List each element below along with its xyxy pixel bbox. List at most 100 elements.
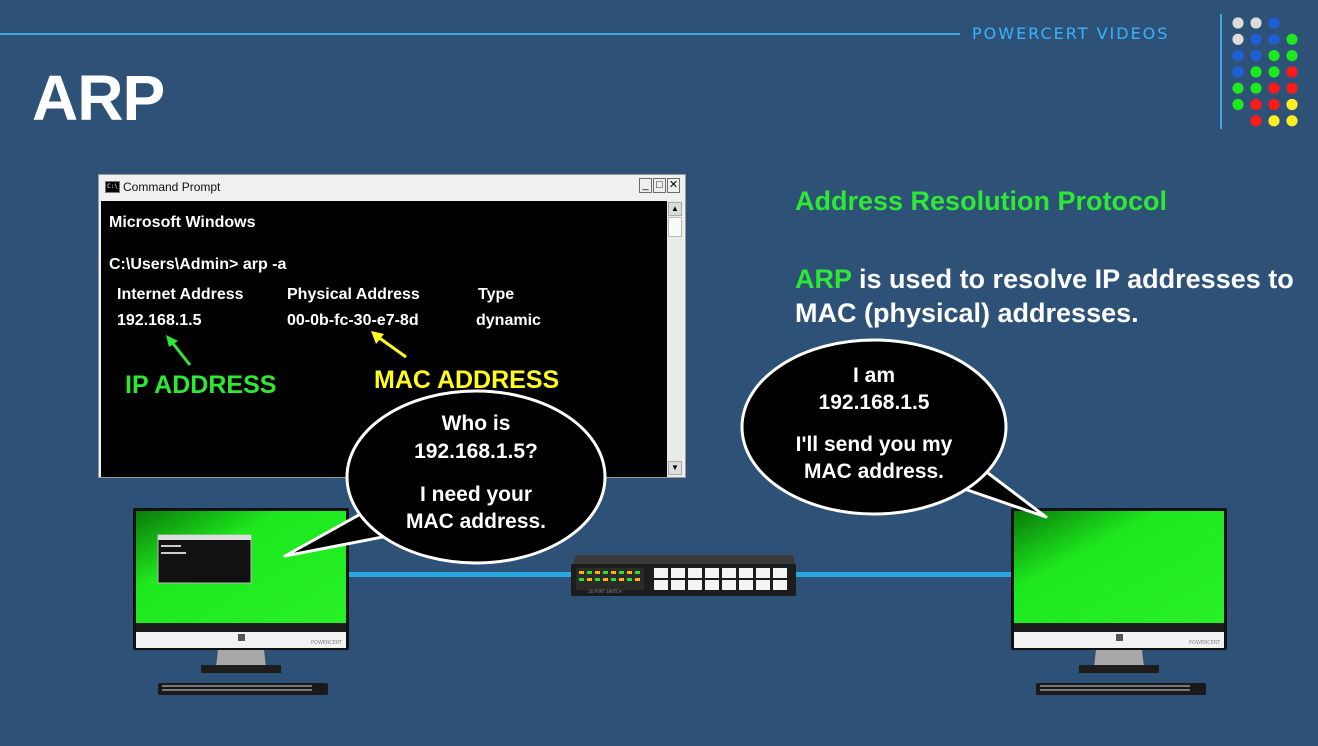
column-internet-address: Internet Address	[117, 286, 244, 303]
console-line-header: Microsoft Windows	[109, 214, 256, 231]
switch-led	[635, 578, 640, 581]
switch-led	[587, 571, 592, 574]
switch-port	[722, 568, 736, 578]
logo-dot	[1250, 98, 1262, 111]
switch-led	[627, 578, 632, 581]
bubble-right-line4: MAC address.	[803, 460, 945, 483]
bubble-right-line2: 192.168.1.5	[818, 391, 930, 414]
switch-port	[671, 568, 685, 578]
logo-dot	[1268, 17, 1280, 29]
switch-port	[756, 580, 770, 590]
switch-port	[654, 580, 668, 590]
scroll-up-arrow-icon[interactable]: ▲	[668, 202, 682, 216]
scroll-thumb[interactable]	[668, 217, 682, 237]
switch-led	[603, 571, 608, 574]
logo-dot	[1232, 33, 1244, 45]
logo-dot	[1232, 66, 1244, 78]
switch-port	[739, 568, 753, 578]
switch-port	[705, 580, 719, 590]
switch-led	[619, 578, 624, 581]
switch-led	[635, 571, 640, 574]
bubble-left-line4: MAC address.	[405, 510, 547, 533]
switch-port	[688, 580, 702, 590]
switch-led	[603, 578, 608, 581]
switch-led	[579, 571, 584, 574]
switch-port	[688, 568, 702, 578]
switch-port	[722, 580, 736, 590]
logo-dot	[1232, 82, 1244, 94]
switch-led	[611, 571, 616, 574]
scrollbar[interactable]: ▲ ▼	[667, 201, 683, 477]
logo-dot	[1250, 82, 1262, 94]
switch-led	[595, 578, 600, 581]
page-title: ARP	[32, 62, 165, 134]
column-type: Type	[478, 286, 515, 303]
brand-divider-line	[1220, 14, 1222, 129]
svg-text:POWERCERT: POWERCERT	[1189, 640, 1221, 646]
switch-led	[627, 571, 632, 574]
logo-dot	[1268, 33, 1280, 45]
header-divider-line	[0, 33, 960, 35]
logo-dot	[1286, 115, 1298, 127]
logo-dot	[1250, 33, 1262, 45]
switch-port	[654, 568, 668, 578]
logo-dot	[1286, 66, 1298, 78]
logo-dot	[1250, 50, 1262, 62]
logo-dot	[1232, 17, 1244, 29]
logo-dot	[1232, 98, 1244, 111]
logo-dot	[1232, 50, 1244, 62]
logo-dot	[1268, 50, 1280, 62]
bubble-left-line3: I need your	[419, 483, 533, 506]
right-computer-monitor: POWERCERT	[1011, 508, 1227, 695]
switch-led	[619, 571, 624, 574]
brand-logo-text: POWERCERT VIDEOS	[972, 24, 1170, 43]
bubble-left-line1: Who is	[441, 412, 511, 435]
switch-led	[579, 578, 584, 581]
logo-dot	[1286, 50, 1298, 62]
logo-dot	[1250, 115, 1262, 127]
minimize-button[interactable]: _	[639, 178, 652, 193]
logo-dot	[1286, 33, 1298, 45]
switch-led	[595, 571, 600, 574]
bubble-right-line3: I'll send you my	[795, 433, 953, 456]
ip-address-label: IP ADDRESS	[125, 371, 277, 399]
command-prompt-icon: C:\	[105, 181, 120, 193]
scroll-down-arrow-icon[interactable]: ▼	[668, 461, 682, 475]
logo-dot	[1250, 66, 1262, 78]
logo-dot	[1286, 82, 1298, 94]
row-mac-value: 00-0b-fc-30-e7-8d	[287, 312, 419, 329]
svg-text:16 PORT SWITCH: 16 PORT SWITCH	[588, 589, 622, 594]
row-ip-value: 192.168.1.5	[117, 312, 202, 329]
switch-port	[671, 580, 685, 590]
protocol-heading: Address Resolution Protocol	[795, 186, 1168, 216]
window-titlebar[interactable]: C:\ Command Prompt _ □ ✕	[99, 175, 685, 199]
switch-led	[611, 578, 616, 581]
switch-port	[773, 580, 787, 590]
logo-dot	[1268, 98, 1280, 111]
window-title: Command Prompt	[123, 180, 221, 194]
description-highlight: ARP	[795, 264, 852, 294]
switch-port	[739, 580, 753, 590]
row-type-value: dynamic	[476, 312, 541, 329]
bubble-left-line2: 192.168.1.5?	[414, 440, 538, 463]
console-command-line: C:\Users\Admin> arp -a	[109, 256, 287, 273]
description-text: is used to resolve IP addresses to MAC (…	[795, 264, 1294, 328]
column-physical-address: Physical Address	[287, 286, 420, 303]
switch-led	[587, 578, 592, 581]
logo-dot	[1268, 66, 1280, 78]
maximize-button[interactable]: □	[653, 178, 666, 193]
switch-port	[773, 568, 787, 578]
logo-dot	[1268, 115, 1280, 127]
logo-dot	[1268, 82, 1280, 94]
logo-dot	[1250, 17, 1262, 29]
switch-port	[756, 568, 770, 578]
logo-dot	[1286, 98, 1298, 111]
svg-text:POWERCERT: POWERCERT	[311, 640, 343, 646]
ip-arrow-icon	[166, 335, 192, 366]
bubble-right-line1: I am	[852, 364, 896, 387]
protocol-description: ARP is used to resolve IP addresses to M…	[795, 262, 1305, 330]
switch-port	[705, 568, 719, 578]
close-button[interactable]: ✕	[667, 178, 680, 193]
brand-dots-logo	[1232, 17, 1298, 127]
mac-arrow-icon	[371, 331, 407, 359]
